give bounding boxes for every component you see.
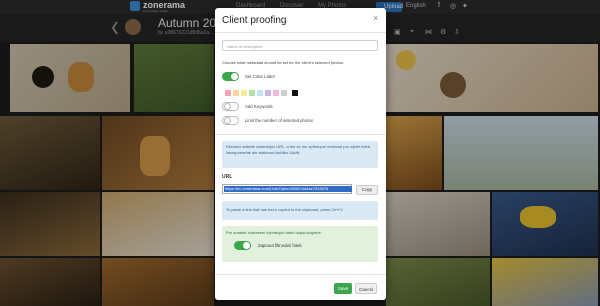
color-swatch-black[interactable] bbox=[292, 90, 298, 96]
url-label: URL bbox=[222, 174, 233, 180]
filter-photos-toggle[interactable] bbox=[234, 241, 251, 250]
toggle-knob bbox=[224, 103, 231, 110]
divider bbox=[215, 32, 386, 33]
name-description-input[interactable]: Name of description bbox=[222, 40, 378, 51]
close-icon[interactable]: × bbox=[373, 13, 378, 23]
divider bbox=[215, 134, 386, 135]
set-color-label-text: Set Color Label bbox=[245, 74, 275, 79]
set-color-label-toggle[interactable] bbox=[222, 72, 239, 81]
toggle-knob bbox=[231, 73, 238, 80]
copy-button[interactable]: Copy bbox=[356, 185, 378, 195]
info-text: Klientovi zašlete následující URL, a tím… bbox=[226, 144, 371, 155]
color-swatch-blue[interactable] bbox=[257, 90, 263, 96]
filter-recommendation-box: Pro snadné zobrazení vybraných fotek dop… bbox=[222, 226, 378, 262]
filter-photos-text: Zapnout filtrování fotek bbox=[258, 243, 302, 248]
color-swatch-orange[interactable] bbox=[233, 90, 239, 96]
color-swatch-pink[interactable] bbox=[273, 90, 279, 96]
toggle-knob bbox=[243, 242, 250, 249]
url-value: https://eu.zonerama.com/Link/Open/45082/… bbox=[224, 186, 352, 192]
dialog-title: Client proofing bbox=[222, 15, 287, 26]
copied-notice: To paste a link that has been copied to … bbox=[222, 201, 378, 220]
color-swatch-red[interactable] bbox=[225, 90, 231, 96]
toggle-knob bbox=[224, 117, 231, 124]
add-keywords-text: Add Keywords bbox=[245, 104, 273, 109]
limit-selected-toggle[interactable] bbox=[222, 116, 239, 125]
add-keywords-toggle[interactable] bbox=[222, 102, 239, 111]
color-swatch-green[interactable] bbox=[249, 90, 255, 96]
color-swatch-purple[interactable] bbox=[265, 90, 271, 96]
cancel-button[interactable]: Cancel bbox=[355, 283, 377, 294]
copied-text: To paste a link that has been copied to … bbox=[226, 207, 344, 212]
filter-recommendation-text: Pro snadné zobrazení vybraných fotek dop… bbox=[226, 230, 322, 235]
info-box: Klientovi zašlete následující URL, a tím… bbox=[222, 141, 378, 168]
limit-selected-text: Limit the number of selected photos bbox=[245, 118, 314, 123]
metadata-prompt: Choose what metadata should be set for t… bbox=[222, 60, 344, 65]
save-button[interactable]: Save bbox=[334, 283, 352, 294]
divider bbox=[215, 274, 386, 275]
color-swatch-gray[interactable] bbox=[281, 90, 287, 96]
color-swatch-yellow[interactable] bbox=[241, 90, 247, 96]
client-proofing-dialog: Client proofing × Name of description Ch… bbox=[215, 8, 386, 300]
url-field[interactable]: https://eu.zonerama.com/Link/Open/45082/… bbox=[222, 184, 352, 194]
